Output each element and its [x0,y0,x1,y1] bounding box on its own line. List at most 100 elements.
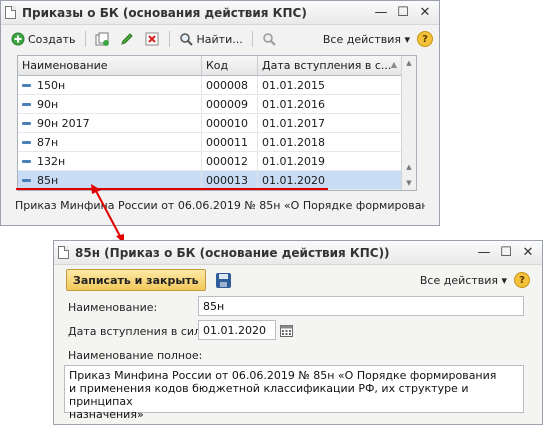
document-icon [5,6,16,19]
save-and-close-button[interactable]: Записать и закрыть [66,269,206,291]
toolbar-divider [168,31,170,47]
cell-date: 01.01.2017 [258,114,402,132]
cell-code: 000008 [202,76,258,94]
date-label: Дата вступления в силу: [68,325,212,338]
cell-code: 000009 [202,95,258,113]
table-body: 150н 000008 01.01.2015 90н 000009 01.01.2016 9… [18,76,416,190]
orders-table: Наименование Код Дата вступления в с... … [17,55,417,191]
form-toolbar: Записать и закрыть Все действия ▾ ? [54,265,542,295]
list-window-titlebar: Приказы о БК (основания действия КПС) — … [1,1,439,25]
form-window-titlebar: 85н (Приказ о БК (основание действия КПС… [54,241,542,265]
full-name-line: и применения кодов бюджетной классификац… [69,382,469,408]
cell-name-text: 90н [37,97,59,111]
selected-full-name: Приказ Минфина России от 06.06.2019 № 85… [15,199,425,212]
table-header: Наименование Код Дата вступления в с... … [18,56,416,76]
cell-name: 90н [18,95,202,113]
catalog-item-icon [22,83,31,87]
maximize-button[interactable]: ☐ [496,244,516,262]
pencil-icon [120,32,135,47]
create-button[interactable]: Создать [7,29,79,49]
toolbar-divider [251,31,253,47]
scroll-down-arrow-icon[interactable]: ▲ [402,160,416,174]
table-row[interactable]: 87н 000011 01.01.2018 [18,133,416,152]
column-header-code[interactable]: Код [202,56,258,75]
help-icon[interactable]: ? [514,272,530,288]
copy-add-icon [95,32,110,47]
form-all-actions-menu[interactable]: Все действия ▾ [417,270,510,290]
create-label: Создать [28,32,76,46]
delete-x-icon [145,32,160,47]
form-all-actions-label: Все действия ▾ [419,273,507,287]
all-actions-menu[interactable]: Все действия ▾ [320,29,413,49]
plus-circle-icon [10,32,25,47]
highlight-underline [16,188,328,190]
cell-date: 01.01.2019 [258,152,402,170]
table-row[interactable]: 150н 000008 01.01.2015 [18,76,416,95]
magnifier-cancel-icon [262,32,277,47]
column-header-name[interactable]: Наименование [18,56,202,75]
minimize-button[interactable]: — [371,4,391,22]
cell-date: 01.01.2018 [258,133,402,151]
list-window: Приказы о БК (основания действия КПС) — … [0,0,440,226]
cell-code: 000012 [202,152,258,170]
cell-name: 90н 2017 [18,114,202,132]
full-name-textarea[interactable]: Приказ Минфина России от 06.06.2019 № 85… [64,365,524,421]
name-label: Наименование: [68,301,158,314]
cell-name: 85н [18,171,202,189]
table-row[interactable]: 90н 2017 000010 01.01.2017 [18,114,416,133]
list-toolbar: Создать Найти... Все действия ▾ ? [1,25,439,53]
cell-date: 01.01.2020 [258,171,402,189]
catalog-item-icon [22,140,31,144]
column-header-date[interactable]: Дата вступления в с... ▲ [258,56,402,75]
vertical-scrollbar[interactable]: ▲ ▲ ▼ [401,56,416,190]
cell-name: 132н [18,152,202,170]
minimize-button[interactable]: — [474,244,494,262]
all-actions-label: Все действия ▾ [322,32,410,46]
cell-name-text: 87н [37,135,59,149]
sort-ascending-icon: ▲ [390,60,397,69]
cell-name: 150н [18,76,202,94]
cell-code: 000010 [202,114,258,132]
close-button[interactable]: ✕ [518,244,538,262]
item-form-window: 85н (Приказ о БК (основание действия КПС… [53,240,543,425]
floppy-icon[interactable] [215,272,231,288]
catalog-item-icon [22,121,31,125]
catalog-item-icon [22,159,31,163]
list-window-title: Приказы о БК (основания действия КПС) [22,5,307,20]
cell-name-text: 150н [37,78,66,92]
catalog-item-icon [22,102,31,106]
cancel-find-button[interactable] [259,29,280,49]
column-header-date-label: Дата вступления в с... [262,59,392,72]
magnifier-icon [179,32,194,47]
catalog-item-icon [22,178,31,182]
name-field[interactable]: 85н [198,296,524,316]
table-row[interactable]: 132н 000012 01.01.2019 [18,152,416,171]
scroll-up-icon[interactable]: ▲ [402,56,416,70]
cell-date: 01.01.2015 [258,76,402,94]
find-button[interactable]: Найти... [176,29,246,49]
edit-button[interactable] [117,29,138,49]
full-name-line: назначения» [69,408,144,421]
cell-code: 000013 [202,171,258,189]
cell-name-text: 90н 2017 [37,116,90,130]
cell-name-text: 132н [37,154,66,168]
close-button[interactable]: ✕ [415,4,435,22]
document-icon [58,246,69,259]
cell-code: 000011 [202,133,258,151]
full-name-line: Приказ Минфина России от 06.06.2019 № 85… [69,369,497,382]
cell-date: 01.01.2016 [258,95,402,113]
full-name-label: Наименование полное: [68,349,203,362]
table-row[interactable]: 90н 000009 01.01.2016 [18,95,416,114]
delete-button[interactable] [142,29,163,49]
help-icon[interactable]: ? [417,31,433,47]
toolbar-divider [84,31,86,47]
scroll-down-icon[interactable]: ▼ [402,176,416,190]
maximize-button[interactable]: ☐ [393,4,413,22]
copy-button[interactable] [92,29,113,49]
find-label: Найти... [196,32,243,46]
calendar-icon[interactable] [278,322,294,338]
form-window-title: 85н (Приказ о БК (основание действия КПС… [75,245,390,260]
date-field[interactable]: 01.01.2020 [198,320,276,340]
cell-name: 87н [18,133,202,151]
cell-name-text: 85н [37,173,59,187]
